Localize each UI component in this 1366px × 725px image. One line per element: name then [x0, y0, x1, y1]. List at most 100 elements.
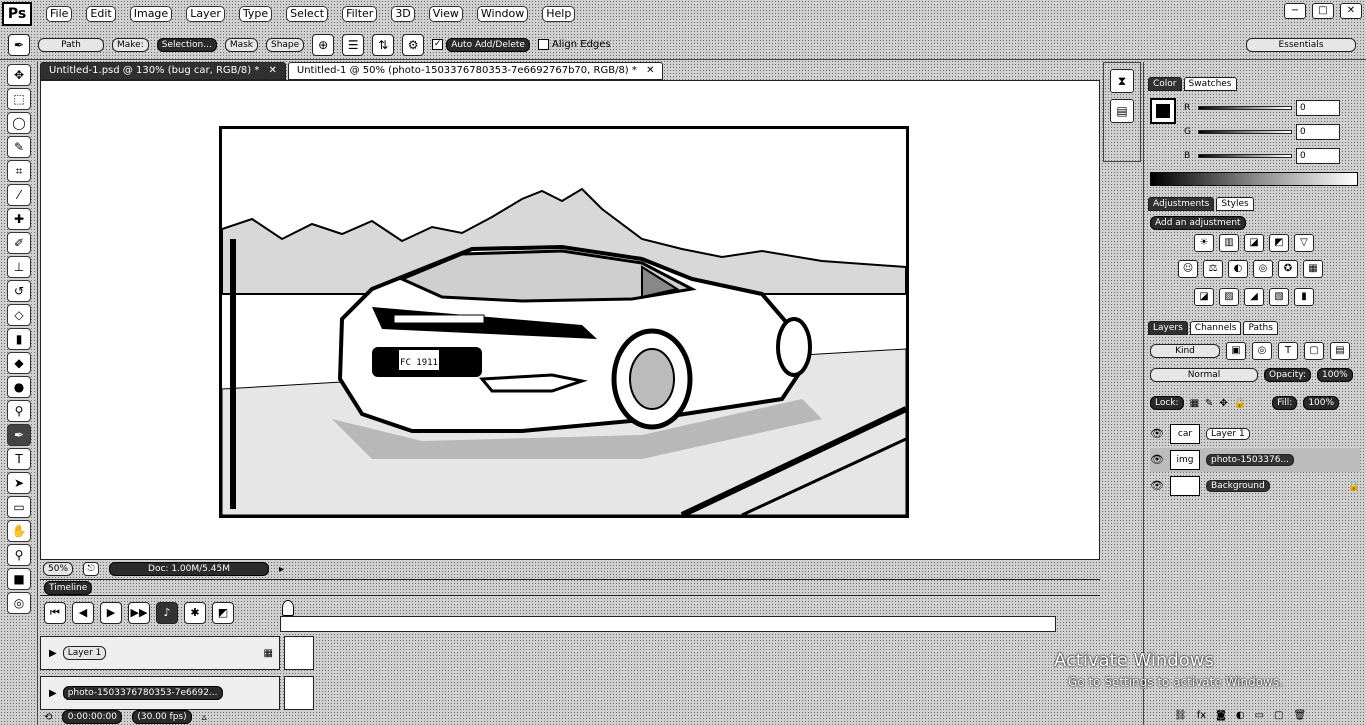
exposure-icon[interactable]: ◩ [1269, 234, 1289, 252]
workspace-select[interactable]: Essentials [1246, 37, 1356, 52]
blur-tool-icon[interactable]: ◆ [7, 352, 31, 374]
move-tool-icon[interactable]: ✥ [7, 64, 31, 86]
render-icon[interactable]: ⟲ [44, 712, 52, 723]
path-arrangement-icon[interactable]: ⇅ [372, 33, 395, 56]
menu-3d[interactable]: 3D [391, 6, 415, 22]
doc-tab-2[interactable]: Untitled-1 @ 50% (photo-1503376780353-7e… [287, 62, 664, 80]
selective-color-icon[interactable]: ▮ [1294, 288, 1314, 306]
fx-icon[interactable]: fx [1197, 710, 1206, 721]
tab-adjustments[interactable]: Adjustments [1148, 197, 1215, 211]
play-icon[interactable]: ▶ [100, 602, 122, 624]
dodge-tool-icon[interactable]: ● [7, 376, 31, 398]
adjustment-filter-icon[interactable]: ◎ [1252, 342, 1272, 360]
export-icon[interactable]: ⎋ [83, 562, 100, 576]
track-layer-1[interactable]: ▶ Layer 1 ▦ [40, 636, 280, 670]
zoom-level[interactable]: 50% [43, 562, 74, 576]
tool-mode-select[interactable]: Path [38, 37, 104, 52]
new-layer-icon[interactable]: ▢ [1274, 710, 1283, 721]
trash-icon[interactable]: 🗑 [1294, 710, 1307, 721]
minimize-button[interactable]: − [1284, 3, 1306, 19]
brush-tool-icon[interactable]: ✐ [7, 232, 31, 254]
eraser-tool-icon[interactable]: ◇ [7, 304, 31, 326]
smart-filter-icon[interactable]: ▤ [1330, 342, 1350, 360]
make-mask-button[interactable]: Mask [224, 37, 258, 52]
properties-icon[interactable]: ▤ [1110, 99, 1134, 123]
menu-file[interactable]: File [46, 6, 73, 22]
marquee-tool-icon[interactable]: ⬚ [7, 88, 31, 110]
rectangle-tool-icon[interactable]: ▭ [7, 496, 31, 518]
arrow-right-icon[interactable]: ▸ [279, 564, 284, 575]
lasso-tool-icon[interactable]: ◯ [7, 112, 31, 134]
menu-layer[interactable]: Layer [186, 6, 225, 22]
prev-frame-icon[interactable]: ◀ [72, 602, 94, 624]
settings-icon[interactable]: ✱ [184, 602, 206, 624]
opacity-input[interactable]: 100% [1317, 368, 1353, 382]
threshold-icon[interactable]: ◢ [1244, 288, 1264, 306]
menu-help[interactable]: Help [542, 6, 576, 22]
bw-icon[interactable]: ◐ [1228, 260, 1248, 278]
vibrance-icon[interactable]: ▽ [1294, 234, 1314, 252]
tab-styles[interactable]: Styles [1216, 197, 1254, 211]
film-icon[interactable]: ▦ [264, 648, 273, 659]
track-clip[interactable] [284, 636, 314, 670]
gradient-tool-icon[interactable]: ▮ [7, 328, 31, 350]
color-ramp[interactable] [1150, 172, 1358, 186]
lock-brush-icon[interactable]: ✎ [1205, 398, 1213, 409]
lock-pixels-icon[interactable]: ▦ [1190, 398, 1199, 409]
quick-select-tool-icon[interactable]: ✎ [7, 136, 31, 158]
close-button[interactable]: ✕ [1340, 3, 1362, 19]
playhead[interactable] [282, 600, 294, 616]
layer-name[interactable]: Layer 1 [1206, 428, 1250, 440]
close-icon[interactable]: ✕ [646, 65, 654, 76]
maximize-button[interactable]: □ [1312, 3, 1334, 19]
hue-icon[interactable]: ☺ [1178, 260, 1198, 278]
first-frame-icon[interactable]: ⏮ [44, 602, 66, 624]
green-slider[interactable]: G 0 [1184, 124, 1340, 140]
history-brush-tool-icon[interactable]: ↺ [7, 280, 31, 302]
menu-select[interactable]: Select [286, 6, 329, 22]
history-icon[interactable]: ⧗ [1110, 69, 1134, 93]
make-shape-button[interactable]: Shape [266, 37, 305, 52]
gradient-map-icon[interactable]: ▧ [1269, 288, 1289, 306]
slider-track[interactable] [1198, 154, 1292, 158]
path-select-tool-icon[interactable]: ➤ [7, 472, 31, 494]
doc-tab-1[interactable]: Untitled-1.psd @ 130% (bug car, RGB/8) *… [40, 62, 286, 80]
menu-image[interactable]: Image [129, 6, 173, 22]
menu-filter[interactable]: Filter [342, 6, 378, 22]
gear-icon[interactable]: ⚙ [402, 33, 425, 56]
channel-value[interactable]: 0 [1296, 148, 1340, 164]
menu-window[interactable]: Window [476, 6, 529, 22]
expand-icon[interactable]: ▶ [49, 688, 57, 699]
layer-row-background[interactable]: 👁 Background 🔒 [1150, 474, 1360, 498]
eye-icon[interactable]: 👁 [1150, 479, 1164, 493]
healing-tool-icon[interactable]: ✚ [7, 208, 31, 230]
photo-filter-icon[interactable]: ◎ [1253, 260, 1273, 278]
layer-name[interactable]: photo-1503376... [1206, 454, 1295, 466]
blend-mode-select[interactable]: Normal [1150, 368, 1258, 382]
brightness-icon[interactable]: ☀ [1194, 234, 1214, 252]
foreground-color-icon[interactable] [1150, 98, 1176, 124]
path-operations-icon[interactable]: ⊕ [312, 33, 335, 56]
curves-icon[interactable]: ◪ [1244, 234, 1264, 252]
tab-paths[interactable]: Paths [1243, 321, 1278, 335]
eye-icon[interactable]: 👁 [1150, 453, 1164, 467]
tab-color[interactable]: Color [1148, 77, 1182, 91]
align-edges-checkbox[interactable]: Align Edges [537, 39, 611, 50]
clone-stamp-tool-icon[interactable]: ⊥ [7, 256, 31, 278]
slider-track[interactable] [1198, 130, 1292, 134]
invert-icon[interactable]: ◪ [1194, 288, 1214, 306]
make-selection-button[interactable]: Selection... [156, 37, 217, 52]
color-swatch-icon[interactable]: ■ [7, 568, 31, 590]
close-icon[interactable]: ✕ [269, 65, 277, 76]
track-clip[interactable] [284, 676, 314, 710]
zoom-tool-icon[interactable]: ⚲ [7, 400, 31, 422]
blue-slider[interactable]: B 0 [1184, 148, 1340, 164]
layer-row-layer-1[interactable]: 👁 car Layer 1 [1150, 422, 1360, 446]
lookup-icon[interactable]: ▦ [1303, 260, 1323, 278]
document-canvas[interactable]: FC 1911 [40, 80, 1100, 560]
menu-type[interactable]: Type [238, 6, 273, 22]
levels-icon[interactable]: ▥ [1219, 234, 1239, 252]
channel-value[interactable]: 0 [1296, 100, 1340, 116]
zoom-slider-icon[interactable]: ▵ [202, 712, 207, 723]
adjustment-icon[interactable]: ◐ [1236, 710, 1245, 721]
